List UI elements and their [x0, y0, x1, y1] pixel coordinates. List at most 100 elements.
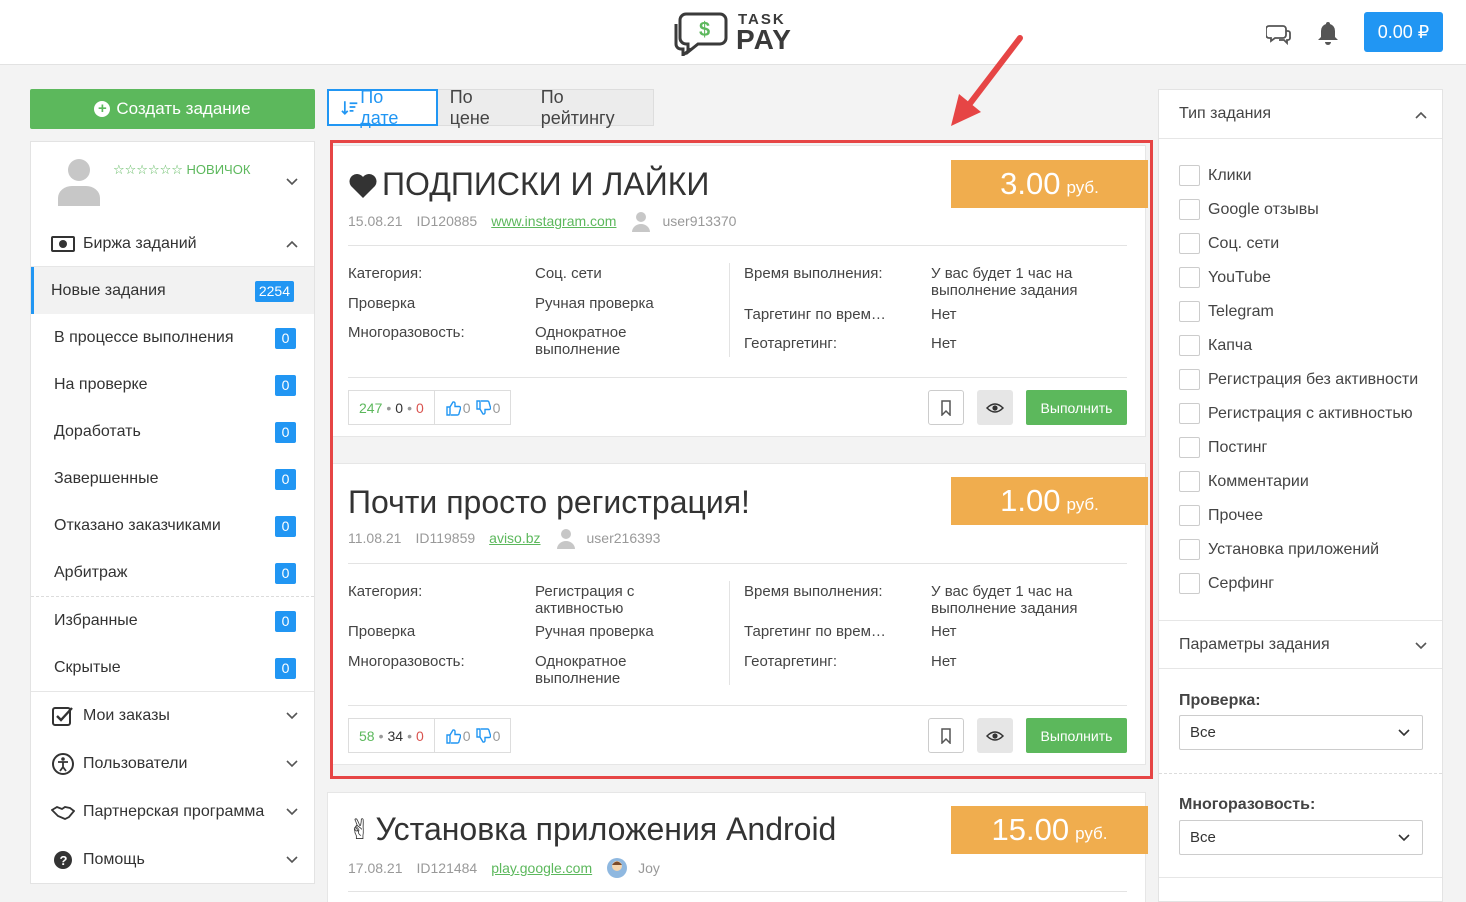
type-filter-option[interactable]: Комментарии: [1179, 471, 1309, 492]
type-filter-option[interactable]: Соц. сети: [1179, 233, 1279, 254]
type-filter-option[interactable]: Регистрация с активностью: [1179, 403, 1413, 424]
chevron-down-icon[interactable]: [286, 856, 298, 864]
divider: [348, 245, 1127, 246]
tab-sort-by-date[interactable]: По дате: [327, 87, 438, 128]
checkbox[interactable]: [1179, 335, 1200, 356]
sidebar-item-arbitration[interactable]: Арбитраж 0: [31, 549, 314, 596]
sidebar-item-hidden[interactable]: Скрытые 0: [31, 644, 314, 691]
checkbox[interactable]: [1179, 199, 1200, 220]
type-filter-label: Регистрация без активности: [1208, 370, 1419, 388]
repeat-select[interactable]: Все: [1179, 820, 1423, 855]
type-filter-option[interactable]: Капча: [1179, 335, 1252, 356]
thumbs-down-icon[interactable]: [475, 399, 491, 416]
repeat-filter-label: Многоразовость:: [1179, 796, 1316, 813]
preview-button[interactable]: [977, 718, 1013, 753]
user-avatar-icon[interactable]: [555, 527, 577, 549]
bookmark-button[interactable]: [928, 390, 964, 425]
checkbox[interactable]: [1179, 471, 1200, 492]
task-user[interactable]: Joy: [638, 860, 660, 876]
checkbox[interactable]: [1179, 267, 1200, 288]
sidebar-section-users[interactable]: Пользователи: [31, 740, 314, 788]
sidebar-item-on-review[interactable]: На проверке 0: [31, 361, 314, 408]
sort-tabs: По дате По цене По рейтингу: [327, 87, 654, 128]
taskpay-logo[interactable]: $ TASK PAY: [672, 8, 792, 58]
task-site-link[interactable]: play.google.com: [491, 860, 592, 876]
task-title-text: Установка приложения Android: [375, 811, 837, 847]
bell-icon[interactable]: [1315, 20, 1341, 46]
field-value: Ручная проверка: [535, 623, 654, 640]
task-title[interactable]: ✌ Установка приложения Android: [348, 811, 836, 848]
checkbox[interactable]: [1179, 573, 1200, 594]
checkbox[interactable]: [1179, 301, 1200, 322]
check-select[interactable]: Все: [1179, 715, 1423, 750]
rating-stats: 0 0: [434, 718, 512, 753]
sidebar-item-rejected[interactable]: Отказано заказчиками 0: [31, 502, 314, 549]
tab-sort-by-rating[interactable]: По рейтингу: [529, 87, 653, 128]
field-value: У вас будет 1 час на выполнение задания: [931, 265, 1078, 299]
chevron-up-icon[interactable]: [1415, 111, 1427, 119]
exchange-header[interactable]: Биржа заданий: [31, 222, 314, 266]
user-avatar-icon[interactable]: [630, 210, 652, 232]
sidebar-item-rework[interactable]: Доработать 0: [31, 408, 314, 455]
execute-task-button[interactable]: Выполнить: [1026, 718, 1127, 753]
type-filter-option[interactable]: Прочее: [1179, 505, 1263, 526]
tab-sort-by-price[interactable]: По цене: [438, 87, 529, 128]
sidebar-section-partners[interactable]: Партнерская программа: [31, 788, 314, 836]
preview-button[interactable]: [977, 390, 1013, 425]
task-meta: 11.08.21 ID119859 aviso.bz user216393: [348, 527, 660, 549]
sidebar-item-new-tasks[interactable]: Новые задания 2254: [31, 267, 314, 314]
task-type-header[interactable]: Тип задания: [1159, 90, 1442, 139]
type-filter-option[interactable]: Google отзывы: [1179, 199, 1319, 220]
checkbox[interactable]: [1179, 539, 1200, 560]
thumbs-down-icon[interactable]: [475, 727, 491, 744]
task-site-link[interactable]: aviso.bz: [489, 530, 540, 546]
type-filter-option[interactable]: YouTube: [1179, 267, 1271, 288]
field-value: У вас будет 1 час на выполнение задания: [931, 583, 1078, 617]
chevron-down-icon: [1398, 729, 1410, 737]
task-site-link[interactable]: www.instagram.com: [491, 213, 616, 229]
checkbox[interactable]: [1179, 403, 1200, 424]
chevron-down-icon[interactable]: [286, 178, 298, 186]
thumbs-up-icon[interactable]: [445, 400, 461, 416]
checkbox[interactable]: [1179, 437, 1200, 458]
chevron-down-icon[interactable]: [1415, 642, 1427, 650]
task-user[interactable]: user913370: [662, 213, 736, 229]
bookmark-button[interactable]: [928, 718, 964, 753]
sidebar-item-in-progress[interactable]: В процессе выполнения 0: [31, 314, 314, 361]
create-task-button[interactable]: + Создать задание: [30, 89, 315, 129]
task-params-header[interactable]: Параметры задания: [1159, 620, 1442, 669]
checkbox[interactable]: [1179, 233, 1200, 254]
chat-icon[interactable]: [1266, 20, 1292, 46]
chevron-down-icon[interactable]: [286, 760, 298, 768]
sidebar-item-completed[interactable]: Завершенные 0: [31, 455, 314, 502]
execute-task-button[interactable]: Выполнить: [1026, 390, 1127, 425]
sidebar-section-help[interactable]: ? Помощь: [31, 836, 314, 884]
type-filter-option[interactable]: Серфинг: [1179, 573, 1274, 594]
sidebar-section-my-orders[interactable]: Мои заказы: [31, 692, 314, 740]
chevron-down-icon[interactable]: [286, 808, 298, 816]
type-filter-label: YouTube: [1208, 268, 1271, 286]
task-title[interactable]: Почти просто регистрация!: [348, 484, 750, 521]
annotation-arrow: [951, 35, 1023, 126]
checkbox[interactable]: [1179, 369, 1200, 390]
checkbox[interactable]: [1179, 165, 1200, 186]
type-filter-option[interactable]: Регистрация без активности: [1179, 369, 1418, 390]
sidebar-item-favorites[interactable]: Избранные 0: [31, 597, 314, 644]
task-title[interactable]: ПОДПИСКИ И ЛАЙКИ: [348, 166, 709, 203]
count-badge: 0: [275, 516, 296, 537]
type-filter-option[interactable]: Постинг: [1179, 437, 1267, 458]
avatar[interactable]: [58, 154, 100, 206]
type-filter-option[interactable]: Установка приложений: [1179, 539, 1379, 560]
chevron-up-icon[interactable]: [286, 240, 298, 248]
user-avatar-icon[interactable]: [606, 857, 628, 879]
checkbox[interactable]: [1179, 505, 1200, 526]
balance-button[interactable]: 0.00 ₽: [1364, 12, 1443, 52]
type-filter-option[interactable]: Клики: [1179, 165, 1252, 186]
task-user[interactable]: user216393: [587, 530, 661, 546]
price-currency: руб.: [1075, 824, 1108, 843]
field-value: Однократное выполнение: [535, 324, 627, 358]
profile-block[interactable]: ☆☆☆☆☆☆ НОВИЧОК: [31, 142, 314, 222]
thumbs-up-icon[interactable]: [445, 728, 461, 744]
type-filter-option[interactable]: Telegram: [1179, 301, 1274, 322]
chevron-down-icon[interactable]: [286, 712, 298, 720]
